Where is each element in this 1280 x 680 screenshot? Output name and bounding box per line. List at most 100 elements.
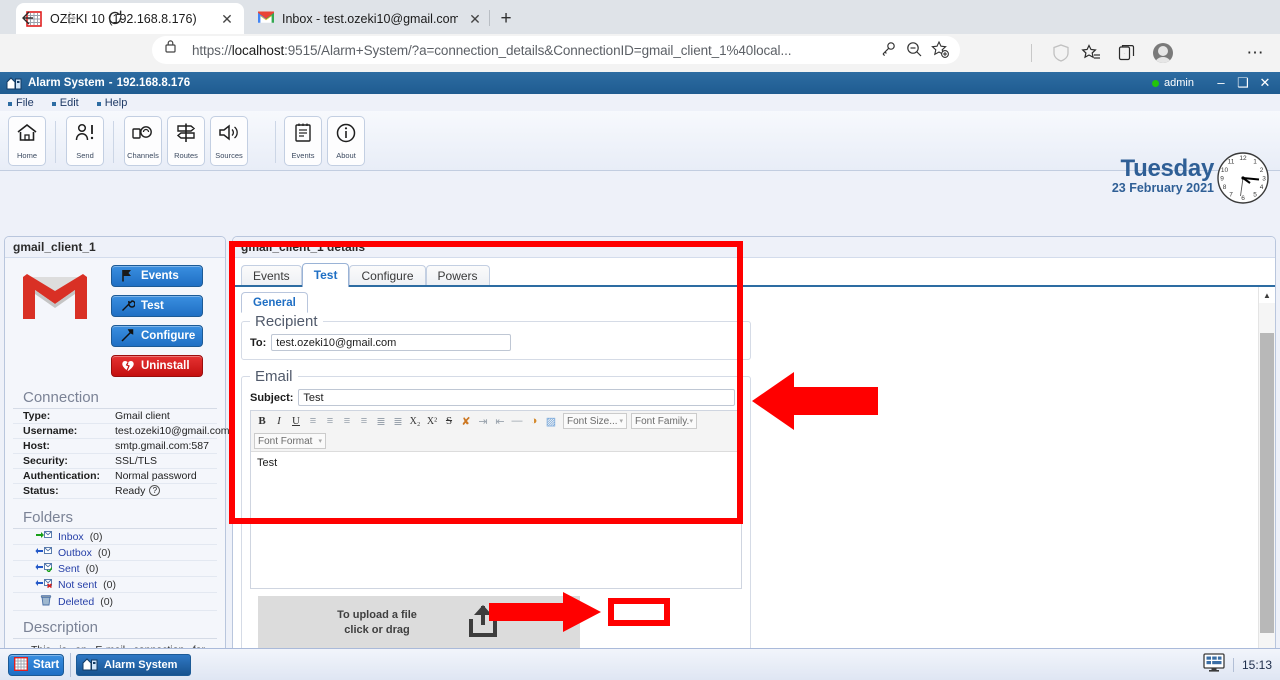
align-right-icon[interactable]: ≡ [339, 413, 355, 429]
analog-clock-icon: 12 1 2 345 678 9 10 11 [1216, 151, 1270, 205]
uninstall-button[interactable]: Uninstall [111, 355, 203, 377]
browser-tab-gmail[interactable]: Inbox - test.ozeki10@gmail.com ✕ [248, 3, 492, 34]
back-button[interactable] [14, 6, 40, 32]
tab-events[interactable]: Events [241, 265, 302, 287]
subscript-icon[interactable]: X₂ [407, 413, 423, 429]
align-center-icon[interactable]: ≡ [322, 413, 338, 429]
svg-text:10: 10 [1221, 167, 1229, 174]
subtab-general[interactable]: General [241, 292, 308, 313]
new-tab-button[interactable]: + [494, 7, 518, 31]
connection-section-title: Connection [13, 389, 217, 409]
events-button[interactable]: Events [111, 265, 203, 287]
svg-text:4: 4 [1260, 184, 1264, 191]
ribbon-label: About [336, 151, 356, 160]
profile-avatar-icon[interactable] [1148, 38, 1178, 68]
maximize-button[interactable]: ❑ [1232, 72, 1254, 94]
strikethrough-icon[interactable]: S [441, 413, 457, 429]
ribbon-home-button[interactable]: Home [8, 116, 46, 166]
background-color-icon[interactable]: ▨ [543, 413, 559, 429]
text-color-icon[interactable]: ◑ [526, 413, 542, 429]
italic-icon[interactable]: I [271, 413, 287, 429]
folder-item-inbox[interactable]: Inbox (0) [13, 529, 217, 545]
outdent-icon[interactable]: ⇤ [492, 413, 508, 429]
status-help-icon[interactable]: ? [149, 485, 161, 496]
app-host-text: 192.168.8.176 [116, 77, 191, 89]
folder-count: (0) [89, 530, 103, 543]
horizontal-rule-icon[interactable]: — [509, 413, 525, 429]
settings-and-more-icon[interactable]: ⋯ [1240, 38, 1270, 68]
ribbon-events-button[interactable]: Events [284, 116, 322, 166]
underline-icon[interactable]: U [288, 413, 304, 429]
editor-toolbar: B I U ≡ ≡ ≡ ≡ ≣ ≣ X₂ X² S ✘ ⇥ ⇤ — ◑ ▨ Fo… [251, 411, 741, 452]
tab-test[interactable]: Test [301, 263, 350, 287]
svg-text:2: 2 [1260, 167, 1264, 174]
collections-icon[interactable] [1112, 38, 1142, 68]
ordered-list-icon[interactable]: ≣ [373, 413, 389, 429]
folder-count: (0) [85, 562, 99, 575]
folder-item-deleted[interactable]: Deleted (0) [13, 593, 217, 611]
detail-key: Security: [23, 455, 68, 467]
menu-file[interactable]: File [8, 97, 34, 109]
ribbon-about-button[interactable]: About [327, 116, 365, 166]
close-button[interactable]: ✕ [1254, 72, 1276, 94]
ribbon-sources-button[interactable]: Sources [210, 116, 248, 166]
font-family-select[interactable]: Font Family. ▾ [631, 413, 697, 429]
tabs-underline [233, 285, 1275, 287]
address-bar[interactable]: https://localhost:9515/Alarm+System/?a=c… [152, 36, 960, 64]
taskbar-item-alarm-system[interactable]: Alarm System [76, 654, 191, 676]
minimize-button[interactable]: – [1210, 72, 1232, 94]
details-scrollbar[interactable]: ▲ ▼ [1258, 287, 1275, 680]
reload-button[interactable] [102, 6, 128, 32]
unordered-list-icon[interactable]: ≣ [390, 413, 406, 429]
weekday-label: Tuesday [1120, 155, 1215, 182]
font-format-select[interactable]: Font Format ▾ [254, 433, 326, 449]
justify-icon[interactable]: ≡ [356, 413, 372, 429]
subject-input[interactable] [298, 389, 736, 406]
details-tabs: Events Test Configure Powers [241, 263, 490, 287]
add-favorite-icon[interactable] [930, 39, 956, 61]
ribbon-send-button[interactable]: Send [66, 116, 104, 166]
browser-tab-ozeki[interactable]: OZEKI 10 (192.168.8.176) ✕ [16, 3, 244, 34]
to-input[interactable] [271, 334, 512, 351]
folder-name: Deleted [58, 595, 95, 608]
configure-button[interactable]: Configure [111, 325, 203, 347]
close-icon[interactable]: ✕ [218, 10, 236, 28]
test-button[interactable]: Test [111, 295, 203, 317]
scrollbar-thumb[interactable] [1260, 333, 1274, 633]
align-left-icon[interactable]: ≡ [305, 413, 321, 429]
folder-item-outbox[interactable]: Outbox (0) [13, 545, 217, 561]
details-subtabs: General [241, 292, 308, 313]
tray-clock[interactable]: 15:13 [1232, 658, 1272, 672]
ribbon-routes-button[interactable]: Routes [167, 116, 205, 166]
start-button[interactable]: Start [8, 654, 64, 676]
zoom-out-icon[interactable] [904, 39, 930, 61]
font-size-select[interactable]: Font Size... ▾ [563, 413, 627, 429]
menu-help[interactable]: Help [96, 97, 127, 109]
inbox-arrow-icon [35, 530, 52, 543]
email-body-editor[interactable]: Test [251, 452, 741, 588]
scroll-up-icon[interactable]: ▲ [1259, 287, 1275, 303]
display-monitor-icon[interactable] [1203, 653, 1225, 677]
menu-edit[interactable]: Edit [51, 97, 79, 109]
folders-section-title: Folders [13, 509, 217, 529]
current-user-label[interactable]: admin [1164, 77, 1194, 89]
forward-button[interactable] [58, 6, 84, 32]
upload-line-2: click or drag [344, 624, 410, 636]
tab-powers[interactable]: Powers [425, 265, 490, 287]
superscript-icon[interactable]: X² [424, 413, 440, 429]
key-icon[interactable] [878, 39, 904, 61]
indent-icon[interactable]: ⇥ [475, 413, 491, 429]
tab-configure[interactable]: Configure [349, 265, 426, 287]
remove-format-icon[interactable]: ✘ [458, 413, 474, 429]
folder-item-sent[interactable]: Sent (0) [13, 561, 217, 577]
bold-icon[interactable]: B [254, 413, 270, 429]
favorites-icon[interactable] [1076, 38, 1106, 68]
broken-heart-icon [121, 359, 135, 373]
svg-text:11: 11 [1228, 159, 1235, 166]
shield-icon[interactable] [1046, 38, 1076, 68]
ribbon-channels-button[interactable]: Channels [124, 116, 162, 166]
close-icon[interactable]: ✕ [466, 10, 484, 28]
detail-row: Username: test.ozeki10@gmail.com [13, 424, 230, 439]
alarm-system-icon [6, 76, 22, 90]
folder-item-not-sent[interactable]: Not sent (0) [13, 577, 217, 593]
